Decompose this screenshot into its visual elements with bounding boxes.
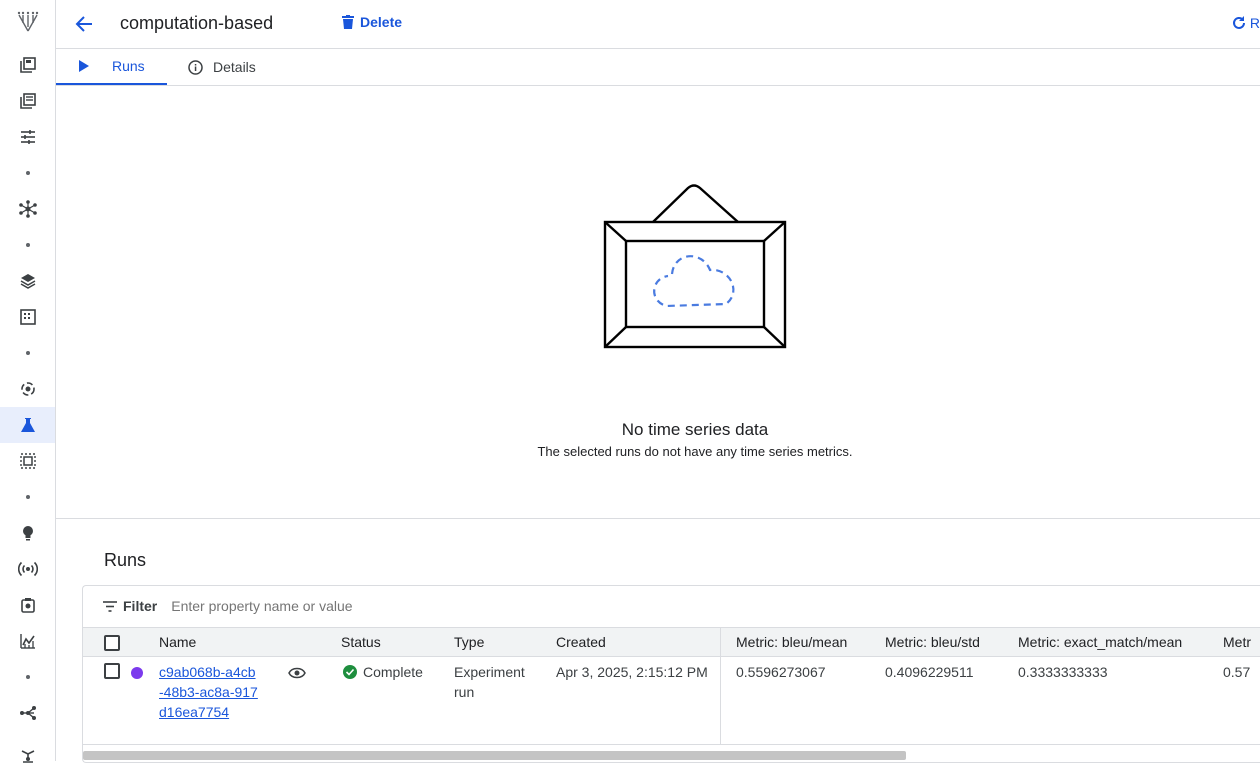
filter-bar: Filter [83,586,1260,626]
tune-icon[interactable] [0,119,55,155]
column-header-next-metric[interactable]: Metr [1223,634,1251,650]
nav-divider-dot [0,659,55,695]
vertex-logo-icon[interactable] [0,4,55,40]
filter-icon [103,600,117,612]
model-monitor-icon[interactable] [0,371,55,407]
empty-state-title: No time series data [621,420,769,439]
filter-button[interactable]: Filter [103,598,157,614]
type-cell: Experiment run [454,664,525,700]
info-icon [188,59,203,75]
grid-icon[interactable] [0,299,55,335]
next-metric-cell: 0.57 [1223,664,1251,680]
trash-icon [342,15,354,29]
check-circle-icon [343,665,357,679]
top-bar: computation-based Delete R [56,0,1260,49]
exact-match-mean-cell: 0.3333333333 [1018,664,1108,680]
broadcast-icon[interactable] [0,551,55,587]
horizontal-scrollbar[interactable] [83,751,906,760]
tab-runs[interactable]: Runs [56,49,167,85]
tab-bar: Runs Details [56,49,1260,86]
runs-heading: Runs [104,550,147,570]
pipeline-icon[interactable] [0,695,55,731]
empty-state-panel: No time series data The selected runs do… [56,86,1260,519]
empty-frame-illustration [603,184,787,349]
column-header-bleu-mean[interactable]: Metric: bleu/mean [736,634,847,650]
column-header-type[interactable]: Type [454,634,484,650]
table-row: c9ab068b-a4cb-48b3-ac8a-917d16ea7754 Com… [83,656,1260,745]
nav-divider-dot [0,155,55,191]
select-all-checkbox[interactable] [104,635,120,651]
library-icon[interactable] [0,47,55,83]
table-header: Name Status Type Created Metric: bleu/me… [83,627,1260,657]
notebook-icon[interactable] [0,83,55,119]
analytics-icon[interactable] [0,623,55,659]
filter-label: Filter [123,598,158,614]
status-cell: Complete [343,662,423,682]
select-all-icon[interactable] [0,443,55,479]
row-checkbox[interactable] [104,663,120,679]
nav-divider-dot [0,227,55,263]
badge-icon[interactable] [0,587,55,623]
bleu-std-cell: 0.4096229511 [885,664,974,680]
bleu-mean-cell: 0.5596273067 [736,664,826,680]
nav-divider-dot [0,335,55,371]
nav-rail [0,0,56,763]
nav-divider-dot [0,479,55,515]
created-cell: Apr 3, 2025, 2:15:12 PM [556,664,708,680]
layers-icon[interactable] [0,263,55,299]
filter-input[interactable] [169,597,674,615]
tab-runs-label: Runs [112,58,145,74]
column-header-bleu-std[interactable]: Metric: bleu/std [885,634,980,650]
page-title: computation-based [120,13,274,33]
column-header-name[interactable]: Name [159,634,196,650]
run-name-link[interactable]: c9ab068b-a4cb-48b3-ac8a-917d16ea7754 [159,662,259,722]
play-icon [79,60,89,72]
agent-icon[interactable] [0,738,55,774]
hub-icon[interactable] [0,191,55,227]
delete-button[interactable]: Delete [342,14,402,30]
column-header-exact-match-mean[interactable]: Metric: exact_match/mean [1018,634,1182,650]
eye-icon[interactable] [288,664,306,684]
lightbulb-icon[interactable] [0,515,55,551]
refresh-icon [1232,16,1245,29]
column-header-created[interactable]: Created [556,634,606,650]
tab-details-label: Details [213,59,256,75]
refresh-button[interactable]: R [1232,15,1260,31]
tab-details[interactable]: Details [188,49,256,85]
column-header-status[interactable]: Status [341,634,381,650]
refresh-label: R [1249,15,1260,31]
run-color-swatch [131,667,143,679]
status-text: Complete [363,664,423,680]
back-arrow-icon[interactable] [70,10,98,38]
empty-state-subtitle: The selected runs do not have any time s… [537,444,853,459]
experiments-icon[interactable] [0,407,55,443]
runs-table-card: Filter Name Status Type Created Metric: … [82,585,1260,763]
delete-label: Delete [360,14,403,30]
